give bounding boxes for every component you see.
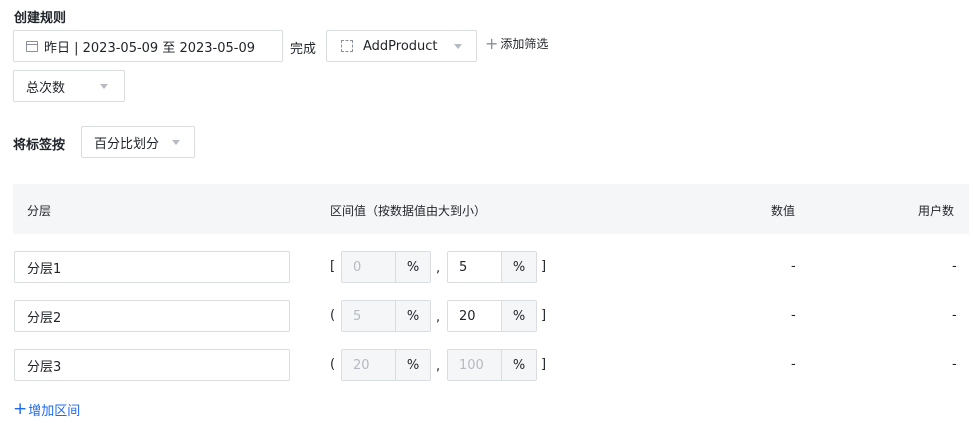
header-users: 用户数 [918, 204, 955, 218]
interval-close-bracket: ] [541, 357, 547, 372]
calendar-icon [26, 40, 38, 52]
interval-close-bracket: ] [541, 259, 547, 274]
page-title: 创建规则 [14, 11, 67, 26]
interval-close-bracket: ] [541, 308, 547, 323]
percent-unit: % [396, 252, 430, 282]
interval-high-group: 100 % [447, 349, 537, 381]
metric-select[interactable]: 总次数 [13, 70, 125, 102]
interval-separator: , [436, 359, 441, 374]
tier-name-input[interactable]: 分层2 [14, 300, 290, 332]
interval-separator: , [436, 261, 441, 276]
done-label: 完成 [290, 42, 317, 57]
event-select[interactable]: AddProduct [326, 30, 477, 62]
interval-low-group: 0 % [341, 251, 431, 283]
mode-select[interactable]: 百分比划分 [81, 126, 195, 158]
percent-unit: % [396, 350, 430, 380]
interval-separator: , [436, 310, 441, 325]
interval-low-input: 0 [342, 252, 396, 282]
users-cell: - [952, 308, 957, 323]
chevron-down-icon [172, 139, 180, 145]
header-tier: 分层 [27, 204, 52, 218]
event-icon [341, 40, 353, 52]
event-select-value: AddProduct [363, 38, 438, 54]
interval-high-group: 5 % [447, 251, 537, 283]
header-value: 数值 [771, 204, 796, 218]
header-interval: 区间值（按数据值由大到小） [330, 204, 487, 218]
value-cell: - [791, 357, 796, 372]
date-range-value: 昨日 | 2023-05-09 至 2023-05-09 [44, 40, 256, 56]
percent-unit: % [502, 301, 536, 331]
add-interval-label: 增加区间 [28, 404, 81, 419]
interval-high-input: 100 [448, 350, 502, 380]
users-cell: - [952, 357, 957, 372]
interval-open-bracket: ( [330, 308, 336, 323]
tier-name-input[interactable]: 分层1 [14, 251, 290, 283]
interval-open-bracket: ( [330, 357, 336, 372]
add-filter-button[interactable]: + 添加筛选 [485, 35, 548, 52]
value-cell: - [791, 308, 796, 323]
table-header: 分层 区间值（按数据值由大到小） 数值 用户数 [13, 184, 969, 234]
mode-select-value: 百分比划分 [94, 136, 160, 152]
date-range-picker[interactable]: 昨日 | 2023-05-09 至 2023-05-09 [13, 30, 283, 62]
plus-icon: + [13, 399, 28, 419]
percent-unit: % [502, 252, 536, 282]
interval-high-group: 20 % [447, 300, 537, 332]
tier-name-input[interactable]: 分层3 [14, 349, 290, 381]
add-interval-button[interactable]: + 增加区间 [13, 399, 81, 420]
add-filter-label: 添加筛选 [500, 37, 549, 51]
chevron-down-icon [100, 83, 108, 89]
interval-low-input: 5 [342, 301, 396, 331]
interval-low-input: 20 [342, 350, 396, 380]
percent-unit: % [396, 301, 430, 331]
interval-high-input[interactable]: 20 [448, 301, 502, 331]
plus-icon: + [485, 33, 499, 53]
interval-high-input[interactable]: 5 [448, 252, 502, 282]
label-by-text: 将标签按 [13, 138, 66, 153]
interval-open-bracket: [ [330, 259, 336, 274]
value-cell: - [791, 259, 796, 274]
percent-unit: % [502, 350, 536, 380]
interval-low-group: 20 % [341, 349, 431, 381]
users-cell: - [952, 259, 957, 274]
interval-low-group: 5 % [341, 300, 431, 332]
chevron-down-icon [454, 43, 462, 49]
metric-select-value: 总次数 [26, 80, 66, 96]
